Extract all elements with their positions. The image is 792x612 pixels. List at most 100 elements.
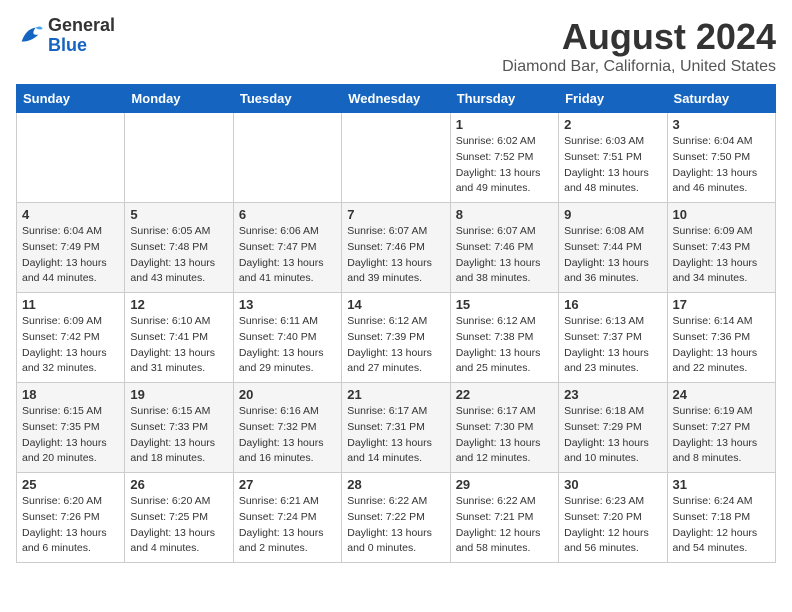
table-row: 21Sunrise: 6:17 AMSunset: 7:31 PMDayligh… xyxy=(342,383,450,473)
day-info: Sunrise: 6:22 AMSunset: 7:22 PMDaylight:… xyxy=(347,494,444,557)
calendar-week-row: 18Sunrise: 6:15 AMSunset: 7:35 PMDayligh… xyxy=(17,383,776,473)
table-row xyxy=(17,113,125,203)
calendar-week-row: 1 Sunrise: 6:02 AMSunset: 7:52 PMDaylight… xyxy=(17,113,776,203)
day-info: Sunrise: 6:21 AMSunset: 7:24 PMDaylight:… xyxy=(239,494,336,557)
day-info: Sunrise: 6:20 AMSunset: 7:25 PMDaylight:… xyxy=(130,494,227,557)
day-info: Sunrise: 6:13 AMSunset: 7:37 PMDaylight:… xyxy=(564,314,661,377)
day-info: Sunrise: 6:09 AMSunset: 7:43 PMDaylight:… xyxy=(673,224,770,287)
day-number: 30 xyxy=(564,477,661,492)
table-row: 17 Sunrise: 6:14 AMSunset: 7:36 PMDayligh… xyxy=(667,293,775,383)
table-row: 1 Sunrise: 6:02 AMSunset: 7:52 PMDaylight… xyxy=(450,113,558,203)
day-info: Sunrise: 6:04 AMSunset: 7:49 PMDaylight:… xyxy=(22,224,119,287)
table-row: 19 Sunrise: 6:15 AMSunset: 7:33 PMDayligh… xyxy=(125,383,233,473)
table-row: 27 Sunrise: 6:21 AMSunset: 7:24 PMDayligh… xyxy=(233,473,341,563)
table-row: 31Sunrise: 6:24 AMSunset: 7:18 PMDayligh… xyxy=(667,473,775,563)
table-row: 11Sunrise: 6:09 AMSunset: 7:42 PMDayligh… xyxy=(17,293,125,383)
day-info: Sunrise: 6:12 AMSunset: 7:39 PMDaylight:… xyxy=(347,314,444,377)
table-row: 24 Sunrise: 6:19 AMSunset: 7:27 PMDayligh… xyxy=(667,383,775,473)
day-number: 3 xyxy=(673,117,770,132)
day-number: 17 xyxy=(673,297,770,312)
table-row: 18Sunrise: 6:15 AMSunset: 7:35 PMDayligh… xyxy=(17,383,125,473)
day-info: Sunrise: 6:03 AMSunset: 7:51 PMDaylight:… xyxy=(564,134,661,197)
day-number: 6 xyxy=(239,207,336,222)
calendar-week-row: 11Sunrise: 6:09 AMSunset: 7:42 PMDayligh… xyxy=(17,293,776,383)
day-info: Sunrise: 6:23 AMSunset: 7:20 PMDaylight:… xyxy=(564,494,661,557)
table-row: 10 Sunrise: 6:09 AMSunset: 7:43 PMDayligh… xyxy=(667,203,775,293)
header-friday: Friday xyxy=(559,85,667,113)
day-info: Sunrise: 6:17 AMSunset: 7:30 PMDaylight:… xyxy=(456,404,553,467)
day-number: 1 xyxy=(456,117,553,132)
table-row xyxy=(342,113,450,203)
table-row: 9 Sunrise: 6:08 AMSunset: 7:44 PMDaylight… xyxy=(559,203,667,293)
table-row: 8Sunrise: 6:07 AMSunset: 7:46 PMDaylight… xyxy=(450,203,558,293)
day-info: Sunrise: 6:10 AMSunset: 7:41 PMDaylight:… xyxy=(130,314,227,377)
day-info: Sunrise: 6:15 AMSunset: 7:35 PMDaylight:… xyxy=(22,404,119,467)
header-monday: Monday xyxy=(125,85,233,113)
table-row xyxy=(233,113,341,203)
table-row: 25 Sunrise: 6:20 AMSunset: 7:26 PMDayligh… xyxy=(17,473,125,563)
day-number: 16 xyxy=(564,297,661,312)
header-tuesday: Tuesday xyxy=(233,85,341,113)
page-header: General Blue August 2024 Diamond Bar, Ca… xyxy=(16,16,776,76)
day-info: Sunrise: 6:08 AMSunset: 7:44 PMDaylight:… xyxy=(564,224,661,287)
calendar-week-row: 25 Sunrise: 6:20 AMSunset: 7:26 PMDayligh… xyxy=(17,473,776,563)
table-row: 7 Sunrise: 6:07 AMSunset: 7:46 PMDaylight… xyxy=(342,203,450,293)
day-number: 24 xyxy=(673,387,770,402)
day-info: Sunrise: 6:02 AMSunset: 7:52 PMDaylight:… xyxy=(456,134,553,197)
day-number: 4 xyxy=(22,207,119,222)
table-row: 3 Sunrise: 6:04 AMSunset: 7:50 PMDaylight… xyxy=(667,113,775,203)
day-info: Sunrise: 6:11 AMSunset: 7:40 PMDaylight:… xyxy=(239,314,336,377)
day-info: Sunrise: 6:07 AMSunset: 7:46 PMDaylight:… xyxy=(347,224,444,287)
location-subtitle: Diamond Bar, California, United States xyxy=(502,58,776,76)
table-row: 28Sunrise: 6:22 AMSunset: 7:22 PMDayligh… xyxy=(342,473,450,563)
day-number: 10 xyxy=(673,207,770,222)
weekday-header-row: Sunday Monday Tuesday Wednesday Thursday… xyxy=(17,85,776,113)
day-number: 26 xyxy=(130,477,227,492)
calendar-table: Sunday Monday Tuesday Wednesday Thursday… xyxy=(16,84,776,563)
table-row: 26 Sunrise: 6:20 AMSunset: 7:25 PMDayligh… xyxy=(125,473,233,563)
day-number: 19 xyxy=(130,387,227,402)
table-row: 14Sunrise: 6:12 AMSunset: 7:39 PMDayligh… xyxy=(342,293,450,383)
table-row xyxy=(125,113,233,203)
day-number: 8 xyxy=(456,207,553,222)
day-number: 29 xyxy=(456,477,553,492)
day-info: Sunrise: 6:14 AMSunset: 7:36 PMDaylight:… xyxy=(673,314,770,377)
day-info: Sunrise: 6:16 AMSunset: 7:32 PMDaylight:… xyxy=(239,404,336,467)
day-number: 11 xyxy=(22,297,119,312)
day-number: 5 xyxy=(130,207,227,222)
calendar-week-row: 4 Sunrise: 6:04 AMSunset: 7:49 PMDaylight… xyxy=(17,203,776,293)
day-info: Sunrise: 6:19 AMSunset: 7:27 PMDaylight:… xyxy=(673,404,770,467)
day-number: 13 xyxy=(239,297,336,312)
table-row: 15Sunrise: 6:12 AMSunset: 7:38 PMDayligh… xyxy=(450,293,558,383)
day-number: 7 xyxy=(347,207,444,222)
table-row: 5Sunrise: 6:05 AMSunset: 7:48 PMDaylight… xyxy=(125,203,233,293)
header-wednesday: Wednesday xyxy=(342,85,450,113)
table-row: 16 Sunrise: 6:13 AMSunset: 7:37 PMDayligh… xyxy=(559,293,667,383)
month-title: August 2024 xyxy=(502,16,776,58)
day-info: Sunrise: 6:22 AMSunset: 7:21 PMDaylight:… xyxy=(456,494,553,557)
day-info: Sunrise: 6:15 AMSunset: 7:33 PMDaylight:… xyxy=(130,404,227,467)
day-number: 21 xyxy=(347,387,444,402)
table-row: 6 Sunrise: 6:06 AMSunset: 7:47 PMDaylight… xyxy=(233,203,341,293)
day-number: 23 xyxy=(564,387,661,402)
day-info: Sunrise: 6:06 AMSunset: 7:47 PMDaylight:… xyxy=(239,224,336,287)
day-number: 9 xyxy=(564,207,661,222)
day-number: 12 xyxy=(130,297,227,312)
header-saturday: Saturday xyxy=(667,85,775,113)
day-info: Sunrise: 6:18 AMSunset: 7:29 PMDaylight:… xyxy=(564,404,661,467)
table-row: 23 Sunrise: 6:18 AMSunset: 7:29 PMDayligh… xyxy=(559,383,667,473)
table-row: 20 Sunrise: 6:16 AMSunset: 7:32 PMDayligh… xyxy=(233,383,341,473)
title-block: August 2024 Diamond Bar, California, Uni… xyxy=(502,16,776,76)
header-sunday: Sunday xyxy=(17,85,125,113)
day-info: Sunrise: 6:04 AMSunset: 7:50 PMDaylight:… xyxy=(673,134,770,197)
day-number: 22 xyxy=(456,387,553,402)
day-number: 27 xyxy=(239,477,336,492)
day-number: 31 xyxy=(673,477,770,492)
day-number: 20 xyxy=(239,387,336,402)
day-number: 25 xyxy=(22,477,119,492)
table-row: 30 Sunrise: 6:23 AMSunset: 7:20 PMDayligh… xyxy=(559,473,667,563)
day-number: 15 xyxy=(456,297,553,312)
day-number: 2 xyxy=(564,117,661,132)
day-info: Sunrise: 6:20 AMSunset: 7:26 PMDaylight:… xyxy=(22,494,119,557)
table-row: 13 Sunrise: 6:11 AMSunset: 7:40 PMDayligh… xyxy=(233,293,341,383)
